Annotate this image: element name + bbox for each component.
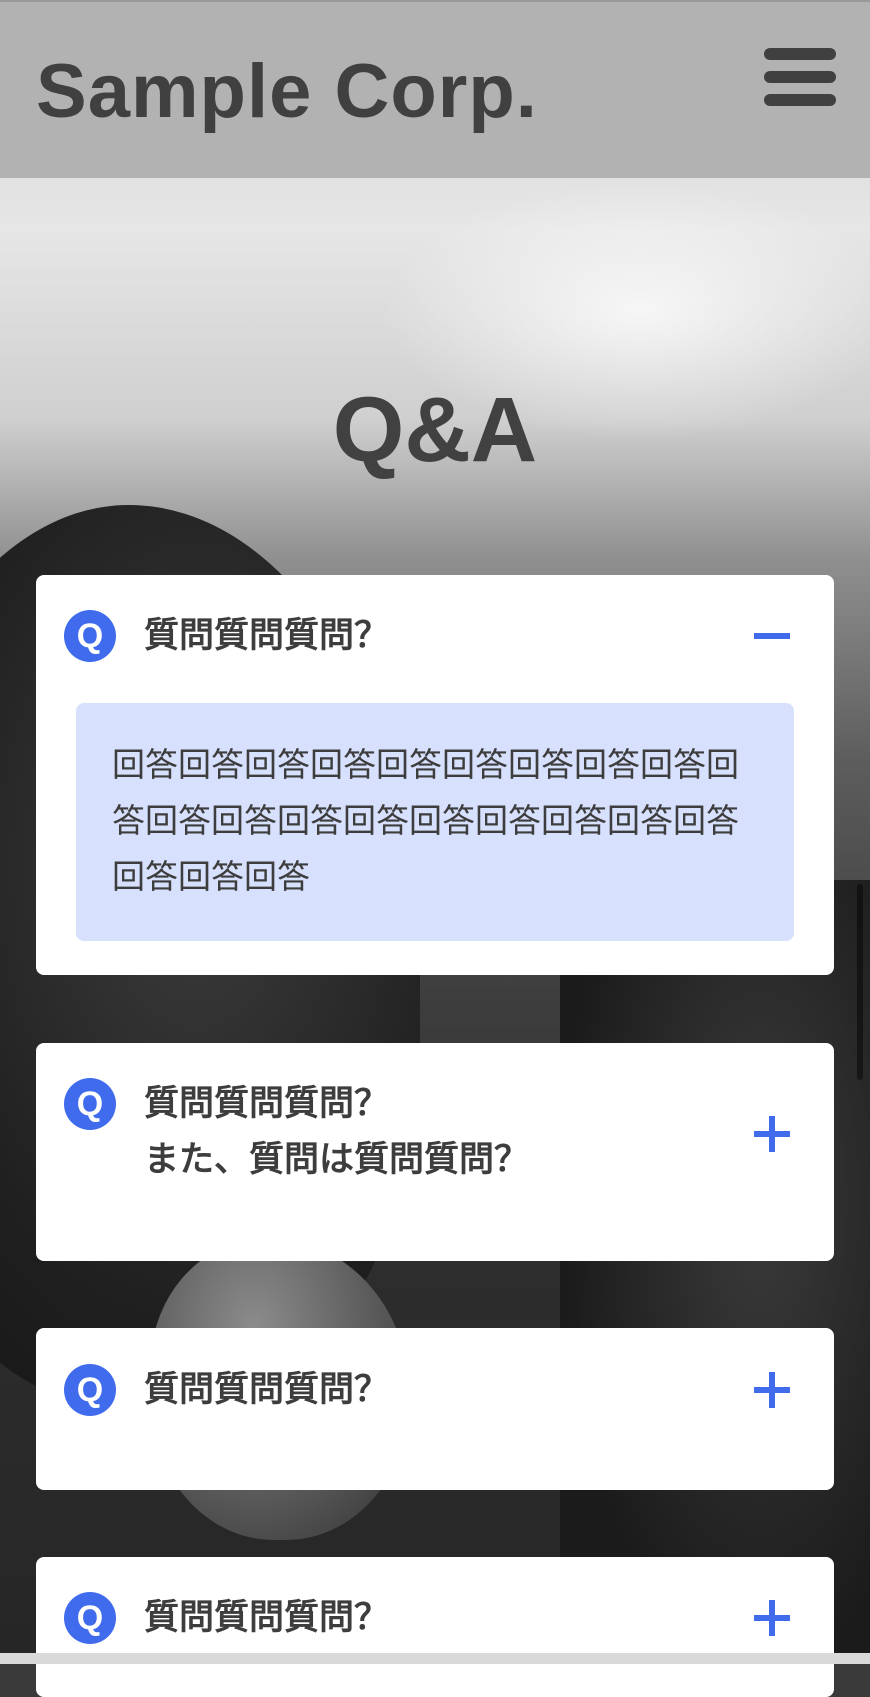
brand-logo[interactable]: Sample Corp.	[36, 46, 538, 137]
faq-item[interactable]: Q 質問質問質問？ また、質問は質問質問？	[36, 1043, 834, 1261]
menu-bar	[764, 71, 836, 83]
background-shadow	[560, 880, 870, 1664]
question-line: 質問質問質問？	[144, 1598, 390, 1638]
plus-icon[interactable]	[754, 1372, 790, 1408]
question-text[interactable]: 質問質問質問？	[144, 608, 704, 664]
scrollbar-thumb[interactable]	[857, 884, 863, 1080]
bottom-edge	[0, 1653, 870, 1664]
plus-bar-vertical	[769, 1600, 775, 1636]
faq-item[interactable]: Q 質問質問質問？	[36, 1557, 834, 1697]
question-text[interactable]: 質問質問質問？	[144, 1362, 704, 1418]
plus-bar-vertical	[769, 1372, 775, 1408]
question-line: 質問質問質問？	[144, 1370, 390, 1410]
question-text[interactable]: 質問質問質問？ また、質問は質問質問？	[144, 1076, 704, 1188]
answer-panel: 回答回答回答回答回答回答回答回答回答回答回答回答回答回答回答回答回答回答回答回答…	[76, 703, 794, 941]
question-text[interactable]: 質問質問質問？	[144, 1590, 704, 1646]
menu-bar	[764, 48, 836, 60]
question-badge-icon: Q	[64, 1364, 116, 1416]
hamburger-menu-icon[interactable]	[764, 46, 836, 108]
plus-bar-vertical	[769, 1116, 775, 1152]
question-line: 質問質問質問？	[144, 616, 390, 656]
minus-icon[interactable]	[754, 618, 790, 654]
question-badge-icon: Q	[64, 1078, 116, 1130]
question-badge-icon: Q	[64, 610, 116, 662]
question-badge-icon: Q	[64, 1592, 116, 1644]
faq-item[interactable]: Q 質問質問質問？ 回答回答回答回答回答回答回答回答回答回答回答回答回答回答回答…	[36, 575, 834, 975]
page-title: Q&A	[332, 378, 538, 481]
menu-bar	[764, 94, 836, 106]
plus-icon[interactable]	[754, 1116, 790, 1152]
question-line: また、質問は質問質問？	[144, 1140, 530, 1180]
site-header: Sample Corp.	[0, 0, 870, 178]
answer-text: 回答回答回答回答回答回答回答回答回答回答回答回答回答回答回答回答回答回答回答回答…	[112, 745, 739, 896]
minus-bar	[754, 633, 790, 639]
question-line: 質問質問質問？	[144, 1084, 390, 1124]
plus-icon[interactable]	[754, 1600, 790, 1636]
faq-item[interactable]: Q 質問質問質問？	[36, 1328, 834, 1490]
